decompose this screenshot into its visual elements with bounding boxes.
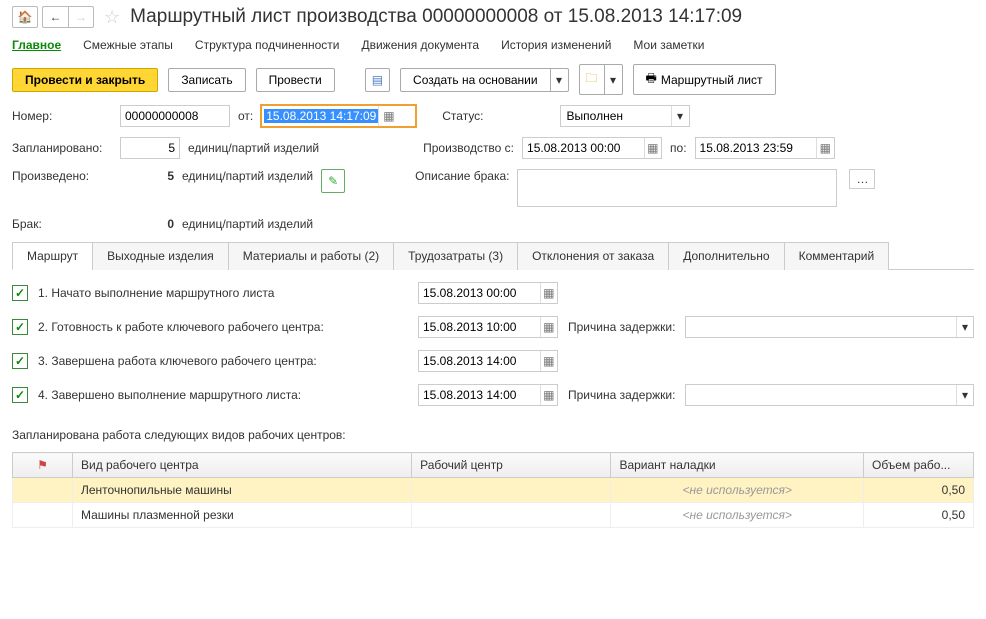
defect-value: 0	[120, 217, 174, 231]
cell-volume: 0,50	[864, 478, 974, 503]
tab-comment[interactable]: Комментарий	[784, 242, 890, 270]
reason-label: Причина задержки:	[568, 388, 675, 402]
status-combo[interactable]: ▾	[560, 105, 690, 127]
reason-combo[interactable]: ▾	[685, 384, 974, 406]
post-and-close-button[interactable]: Провести и закрыть	[12, 68, 158, 92]
col-center[interactable]: Рабочий центр	[412, 453, 611, 478]
cell-center	[412, 503, 611, 528]
create-based-button[interactable]: Создать на основании	[400, 68, 551, 92]
stage-label: 1. Начато выполнение маршрутного листа	[38, 286, 408, 300]
flag-icon: ⚑	[37, 458, 48, 472]
planned-label: Запланировано:	[12, 141, 112, 155]
number-label: Номер:	[12, 109, 112, 123]
chevron-down-icon[interactable]: ▾	[956, 385, 973, 405]
defectdesc-more[interactable]: …	[849, 169, 875, 189]
table-row[interactable]: Машины плазменной резки <не используется…	[13, 503, 974, 528]
cell-volume: 0,50	[864, 503, 974, 528]
defectdesc-label: Описание брака:	[415, 169, 509, 183]
calendar-icon[interactable]: ▦	[644, 138, 661, 158]
produced-label: Произведено:	[12, 169, 112, 183]
nav-structure[interactable]: Структура подчиненности	[195, 38, 340, 52]
tab-deviations[interactable]: Отклонения от заказа	[517, 242, 669, 270]
cell-center	[412, 478, 611, 503]
calendar-icon[interactable]: ▦	[540, 385, 557, 405]
calendar-icon[interactable]: ▦	[540, 317, 557, 337]
forward-button[interactable]: →	[68, 6, 94, 28]
nav-movements[interactable]: Движения документа	[361, 38, 479, 52]
status-label: Статус:	[442, 109, 483, 123]
calendar-icon[interactable]: ▦	[540, 283, 557, 303]
home-button[interactable]: 🏠	[12, 6, 38, 28]
workcenters-table: ⚑ Вид рабочего центра Рабочий центр Вари…	[12, 452, 974, 528]
prodto-input[interactable]	[696, 138, 817, 158]
calendar-icon[interactable]: ▦	[378, 106, 398, 126]
page-title: Маршрутный лист производства 00000000008…	[130, 6, 742, 28]
col-type[interactable]: Вид рабочего центра	[73, 453, 412, 478]
nav-stages[interactable]: Смежные этапы	[83, 38, 173, 52]
printer-icon: 🖶	[646, 69, 657, 90]
from-date-value[interactable]: 15.08.2013 14:17:09	[264, 109, 378, 123]
folder-caret[interactable]: ▾	[605, 64, 623, 95]
tab-labor[interactable]: Трудозатраты (3)	[393, 242, 518, 270]
cell-setup: <не используется>	[611, 503, 864, 528]
chevron-down-icon[interactable]: ▾	[671, 106, 689, 126]
workcenters-heading: Запланирована работа следующих видов раб…	[12, 428, 974, 442]
folder-button[interactable]: 🗀	[579, 64, 605, 95]
defect-label: Брак:	[12, 217, 112, 231]
chevron-down-icon[interactable]: ▾	[956, 317, 973, 337]
list-icon-button[interactable]: ▤	[365, 68, 390, 92]
stage-date-input[interactable]	[419, 351, 540, 371]
stage-date-input[interactable]	[419, 317, 540, 337]
col-volume[interactable]: Объем рабо...	[864, 453, 974, 478]
planned-input[interactable]	[121, 138, 179, 158]
to-label: по:	[670, 141, 687, 155]
from-label: от:	[238, 109, 253, 123]
stage-check-2[interactable]: ✓	[12, 319, 28, 335]
stage-label: 2. Готовность к работе ключевого рабочег…	[38, 320, 408, 334]
stage-check-1[interactable]: ✓	[12, 285, 28, 301]
stage-label: 3. Завершена работа ключевого рабочего ц…	[38, 354, 408, 368]
stage-label: 4. Завершено выполнение маршрутного лист…	[38, 388, 408, 402]
col-icon[interactable]: ⚑	[13, 453, 73, 478]
table-row[interactable]: Ленточнопильные машины <не используется>…	[13, 478, 974, 503]
produced-units: единиц/партий изделий	[182, 169, 313, 183]
stage-check-3[interactable]: ✓	[12, 353, 28, 369]
write-button[interactable]: Записать	[168, 68, 245, 92]
tab-route[interactable]: Маршрут	[12, 242, 93, 270]
stage-date-input[interactable]	[419, 283, 540, 303]
nav-main[interactable]: Главное	[12, 38, 61, 52]
back-button[interactable]: ←	[42, 6, 68, 28]
number-input[interactable]	[121, 106, 229, 126]
cell-type: Ленточнопильные машины	[73, 478, 412, 503]
stage-date-input[interactable]	[419, 385, 540, 405]
tab-output[interactable]: Выходные изделия	[92, 242, 229, 270]
produced-value: 5	[120, 169, 174, 183]
nav-notes[interactable]: Мои заметки	[633, 38, 704, 52]
calendar-icon[interactable]: ▦	[540, 351, 557, 371]
planned-units: единиц/партий изделий	[188, 141, 319, 155]
cell-type: Машины плазменной резки	[73, 503, 412, 528]
stage-check-4[interactable]: ✓	[12, 387, 28, 403]
nav-history[interactable]: История изменений	[501, 38, 611, 52]
reason-label: Причина задержки:	[568, 320, 675, 334]
calendar-icon[interactable]: ▦	[816, 138, 833, 158]
prodfrom-input[interactable]	[523, 138, 644, 158]
post-button[interactable]: Провести	[256, 68, 335, 92]
defect-description-input[interactable]	[517, 169, 837, 207]
prodfrom-label: Производство с:	[423, 141, 514, 155]
tab-materials[interactable]: Материалы и работы (2)	[228, 242, 394, 270]
pencil-icon: ✎	[328, 174, 338, 188]
reason-combo[interactable]: ▾	[685, 316, 974, 338]
favorite-icon[interactable]: ☆	[104, 7, 120, 28]
tab-additional[interactable]: Дополнительно	[668, 242, 784, 270]
cell-setup: <не используется>	[611, 478, 864, 503]
print-route-button[interactable]: 🖶 Маршрутный лист	[633, 64, 776, 95]
edit-produced-button[interactable]: ✎	[321, 169, 345, 193]
col-setup[interactable]: Вариант наладки	[611, 453, 864, 478]
create-based-caret[interactable]: ▾	[551, 68, 569, 92]
defect-units: единиц/партий изделий	[182, 217, 313, 231]
